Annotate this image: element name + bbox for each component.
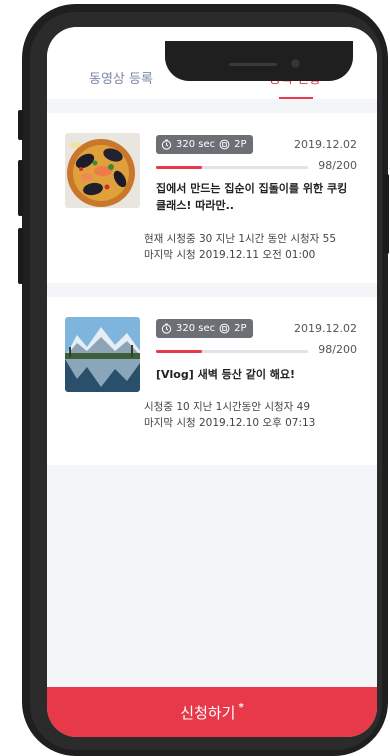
- video-info-badge: 320 sec 2P: [156, 135, 253, 154]
- duration-text: 320 sec: [176, 323, 216, 334]
- speaker-grill: [229, 63, 277, 66]
- progress-bar: [156, 166, 308, 169]
- upload-date: 2019.12.02: [294, 322, 357, 335]
- video-title[interactable]: 집에서 만드는 집순이 집돌이를 위한 쿠킹 클래스! 따라만..: [156, 180, 361, 214]
- mute-switch: [18, 110, 23, 140]
- progress-fill: [156, 166, 202, 169]
- phone-notch: [165, 41, 353, 81]
- mountain-lake-photo-icon: [65, 317, 140, 392]
- apply-button[interactable]: 신청하기 *: [47, 687, 377, 737]
- viewer-stats: 현재 시청중 30 지난 1시간 동안 시청자 55: [144, 233, 337, 245]
- last-watched: 마지막 시청 2019.12.10 오후 07:13: [144, 417, 316, 429]
- paella-food-photo-icon: [65, 133, 140, 208]
- volume-down-button: [18, 228, 23, 284]
- power-button: [384, 174, 389, 254]
- video-card[interactable]: 320 sec 2P 2019.12.02 98/200 집에서 만드는 집순이…: [47, 113, 377, 283]
- video-title[interactable]: [Vlog] 새벽 등산 같이 해요!: [156, 366, 361, 383]
- apply-button-marker: *: [238, 701, 244, 713]
- viewer-stats: 시청중 10 지난 1시간동안 시청자 49: [144, 401, 311, 413]
- timer-icon: [161, 139, 172, 150]
- parts-text: 2P: [234, 139, 247, 150]
- tab-video-upload[interactable]: 동영상 등록: [89, 68, 153, 87]
- video-info-badge: 320 sec 2P: [156, 319, 253, 338]
- upload-date: 2019.12.02: [294, 138, 357, 151]
- last-watched: 마지막 시청 2019.12.11 오전 01:00: [144, 249, 316, 261]
- progress-bar: [156, 350, 308, 353]
- camera-icon: [291, 59, 300, 68]
- video-thumbnail[interactable]: [65, 133, 140, 208]
- duration-text: 320 sec: [176, 139, 216, 150]
- active-tab-underline: [279, 97, 313, 99]
- timer-icon: [161, 323, 172, 334]
- progress-count: 98/200: [318, 343, 357, 356]
- progress-fill: [156, 350, 202, 353]
- parts-icon: [219, 323, 230, 334]
- video-card[interactable]: 320 sec 2P 2019.12.02 98/200 [Vlog] 새벽 등…: [47, 297, 377, 465]
- app-screen: 동영상 등록 등록 현황 +: [47, 27, 377, 737]
- video-thumbnail[interactable]: [65, 317, 140, 392]
- parts-text: 2P: [234, 323, 247, 334]
- apply-button-label: 신청하기: [180, 703, 236, 722]
- progress-count: 98/200: [318, 159, 357, 172]
- parts-icon: [219, 139, 230, 150]
- volume-up-button: [18, 160, 23, 216]
